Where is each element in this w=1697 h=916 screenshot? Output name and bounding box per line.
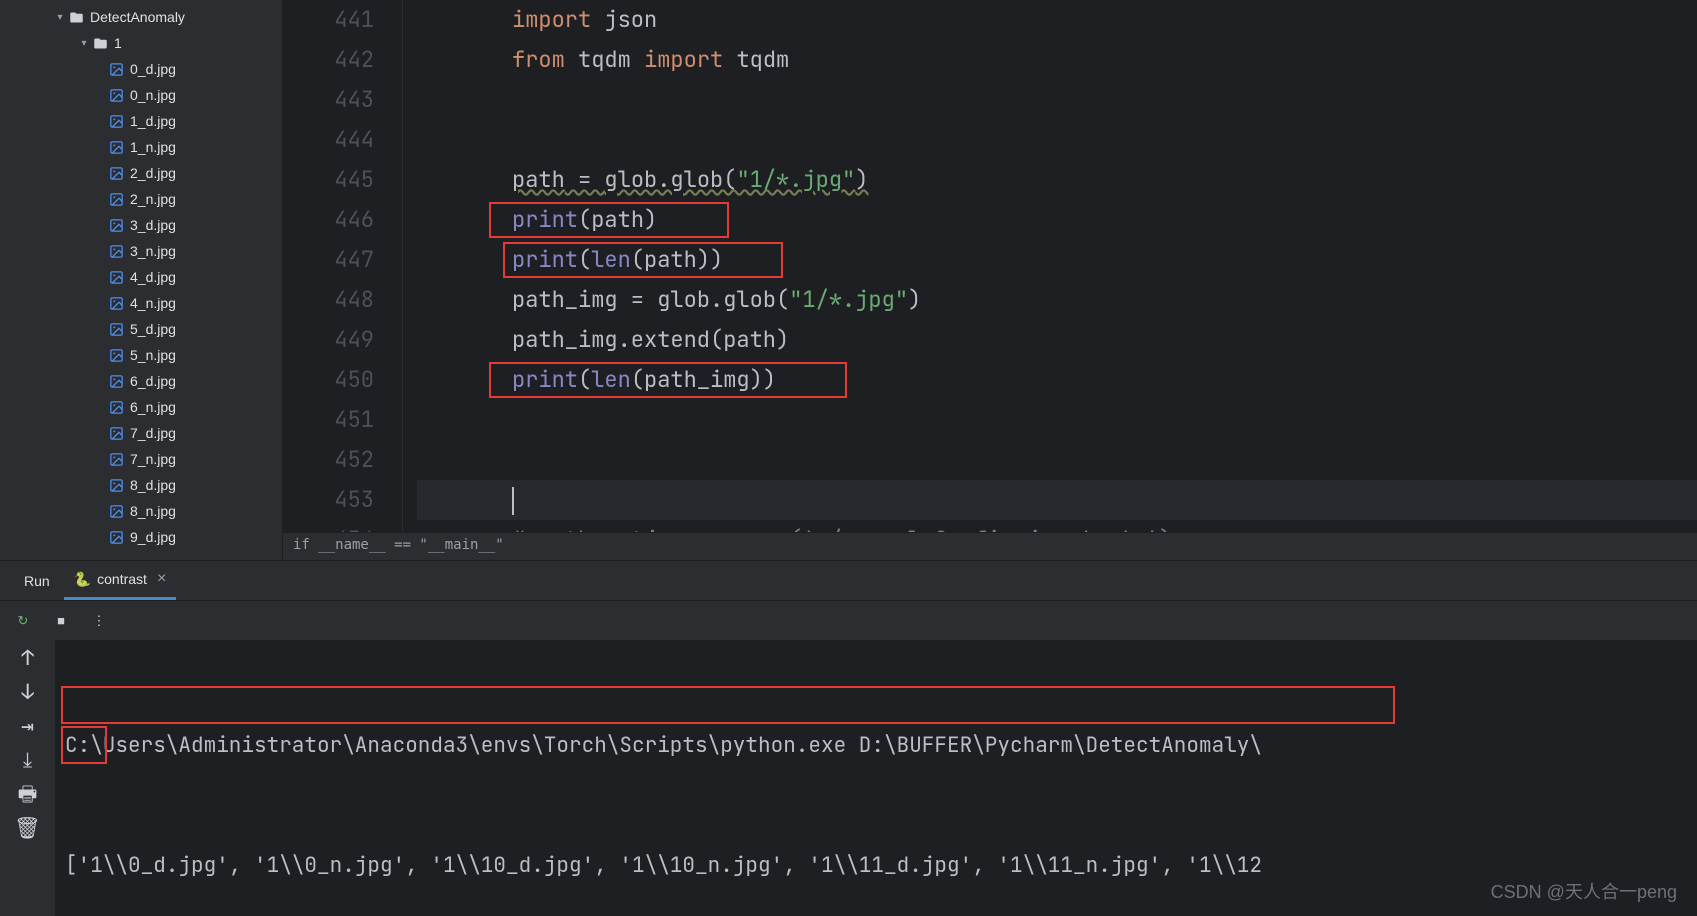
tree-file[interactable]: 1_d.jpg bbox=[0, 108, 282, 134]
image-icon bbox=[108, 529, 124, 545]
rerun-button[interactable]: ↻ bbox=[12, 610, 34, 632]
image-icon bbox=[108, 243, 124, 259]
image-icon bbox=[108, 139, 124, 155]
line-number: 446 bbox=[283, 200, 374, 240]
line-number: 451 bbox=[283, 400, 374, 440]
run-tab[interactable]: Run bbox=[10, 573, 64, 589]
image-icon bbox=[108, 165, 124, 181]
image-icon bbox=[108, 451, 124, 467]
trash-icon[interactable]: 🗑 bbox=[17, 818, 39, 840]
console-output[interactable]: C:\Users\Administrator\Anaconda3\envs\To… bbox=[55, 640, 1697, 916]
folder-icon bbox=[68, 9, 84, 25]
code-content[interactable]: import json from tqdm import tqdm path =… bbox=[403, 0, 1697, 532]
tree-file[interactable]: 7_d.jpg bbox=[0, 420, 282, 446]
tree-file[interactable]: 3_n.jpg bbox=[0, 238, 282, 264]
image-icon bbox=[108, 87, 124, 103]
tree-file[interactable]: 3_d.jpg bbox=[0, 212, 282, 238]
console-toolbar: ↑ ↓ ⇥ ⤓ 🖶 🗑 bbox=[0, 640, 55, 916]
close-icon[interactable]: × bbox=[157, 570, 166, 588]
tree-file[interactable]: 8_n.jpg bbox=[0, 498, 282, 524]
line-number: 443 bbox=[283, 80, 374, 120]
line-number: 450 bbox=[283, 360, 374, 400]
folder-icon bbox=[92, 35, 108, 51]
line-number: 454 bbox=[283, 520, 374, 532]
image-icon bbox=[108, 295, 124, 311]
chevron-down-icon: ▾ bbox=[52, 12, 68, 23]
project-tree[interactable]: ▾ DetectAnomaly ▾ 1 0_d.jpg0_n.jpg1_d.jp… bbox=[0, 0, 283, 560]
line-number: 445 bbox=[283, 160, 374, 200]
line-number: 441 bbox=[283, 0, 374, 40]
tree-file[interactable]: 9_d.jpg bbox=[0, 524, 282, 550]
chevron-down-icon: ▾ bbox=[76, 38, 92, 49]
tree-file[interactable]: 6_n.jpg bbox=[0, 394, 282, 420]
tree-file[interactable]: 4_n.jpg bbox=[0, 290, 282, 316]
line-number: 442 bbox=[283, 40, 374, 80]
image-icon bbox=[108, 477, 124, 493]
image-icon bbox=[108, 399, 124, 415]
breadcrumb[interactable]: if __name__ == "__main__" bbox=[283, 532, 1697, 560]
code-editor[interactable]: 4414424434444454464474484494504514524534… bbox=[283, 0, 1697, 560]
tree-file[interactable]: 7_n.jpg bbox=[0, 446, 282, 472]
tree-file[interactable]: 5_d.jpg bbox=[0, 316, 282, 342]
tree-file[interactable]: 0_n.jpg bbox=[0, 82, 282, 108]
tree-file[interactable]: 8_d.jpg bbox=[0, 472, 282, 498]
python-icon: 🐍 bbox=[74, 571, 91, 588]
line-number: 447 bbox=[283, 240, 374, 280]
scroll-icon[interactable]: ⤓ bbox=[17, 750, 39, 772]
soft-wrap-icon[interactable]: ⇥ bbox=[17, 716, 39, 738]
line-number: 452 bbox=[283, 440, 374, 480]
tree-file[interactable]: 5_n.jpg bbox=[0, 342, 282, 368]
image-icon bbox=[108, 503, 124, 519]
tree-folder-detectanomaly[interactable]: ▾ DetectAnomaly bbox=[0, 4, 282, 30]
tree-file[interactable]: 2_d.jpg bbox=[0, 160, 282, 186]
highlight-box bbox=[61, 686, 1395, 724]
up-icon[interactable]: ↑ bbox=[17, 648, 39, 670]
tree-folder-1[interactable]: ▾ 1 bbox=[0, 30, 282, 56]
line-number: 449 bbox=[283, 320, 374, 360]
tree-file[interactable]: 6_d.jpg bbox=[0, 368, 282, 394]
tree-file[interactable]: 4_d.jpg bbox=[0, 264, 282, 290]
tree-folder-label: 1 bbox=[114, 35, 122, 51]
watermark: CSDN @天人合一peng bbox=[1491, 878, 1677, 904]
tree-file[interactable]: 2_n.jpg bbox=[0, 186, 282, 212]
tree-file[interactable]: 0_d.jpg bbox=[0, 56, 282, 82]
down-icon[interactable]: ↓ bbox=[17, 682, 39, 704]
print-icon[interactable]: 🖶 bbox=[17, 784, 39, 806]
stop-button[interactable]: ■ bbox=[50, 610, 72, 632]
tree-file[interactable]: 1_n.jpg bbox=[0, 134, 282, 160]
line-number: 453 bbox=[283, 480, 374, 520]
run-file-tab[interactable]: 🐍 contrast × bbox=[64, 561, 177, 600]
image-icon bbox=[108, 373, 124, 389]
line-number: 444 bbox=[283, 120, 374, 160]
run-toolbar: ↻ ■ ⋮ bbox=[0, 600, 1697, 640]
image-icon bbox=[108, 217, 124, 233]
tree-folder-label: DetectAnomaly bbox=[90, 9, 185, 25]
line-number-gutter: 4414424434444454464474484494504514524534… bbox=[283, 0, 403, 532]
text-cursor bbox=[512, 487, 514, 515]
image-icon bbox=[108, 269, 124, 285]
image-icon bbox=[108, 347, 124, 363]
more-icon[interactable]: ⋮ bbox=[88, 610, 110, 632]
image-icon bbox=[108, 321, 124, 337]
image-icon bbox=[108, 425, 124, 441]
run-tabs: Run 🐍 contrast × bbox=[0, 560, 1697, 600]
image-icon bbox=[108, 61, 124, 77]
image-icon bbox=[108, 191, 124, 207]
image-icon bbox=[108, 113, 124, 129]
run-panel: Run 🐍 contrast × ↻ ■ ⋮ ↑ ↓ ⇥ ⤓ 🖶 🗑 C:\Us… bbox=[0, 560, 1697, 916]
line-number: 448 bbox=[283, 280, 374, 320]
